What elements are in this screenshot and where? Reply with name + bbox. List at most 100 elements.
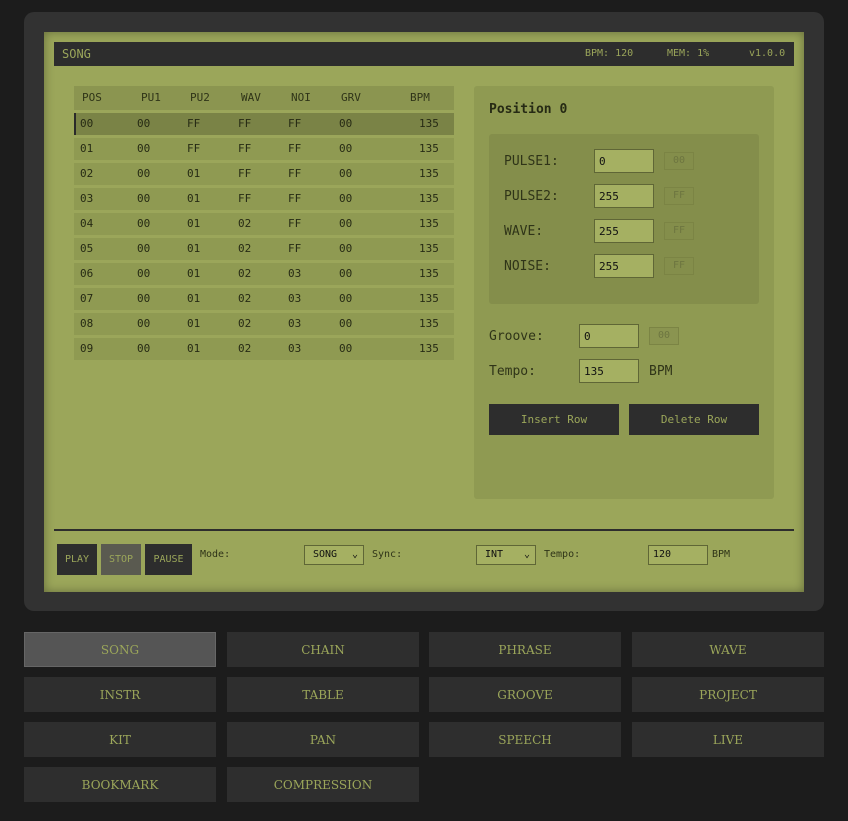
tempo-input[interactable] xyxy=(579,359,639,383)
column-header-grv: GRV xyxy=(341,91,361,104)
table-row[interactable]: 04 00 01 02 FF 00 135 xyxy=(74,213,454,235)
mode-select[interactable]: SONG ⌄ xyxy=(304,545,364,565)
column-header-noi: NOI xyxy=(291,91,311,104)
cell-pu1: 00 xyxy=(137,167,151,180)
transport-tempo-input[interactable]: 120 xyxy=(648,545,708,565)
play-button[interactable]: PLAY xyxy=(57,544,97,575)
groove-input[interactable] xyxy=(579,324,639,348)
table-row[interactable]: 02 00 01 FF FF 00 135 xyxy=(74,163,454,185)
cell-bpm: 135 xyxy=(419,167,439,180)
cell-wav: FF xyxy=(238,117,252,130)
table-header: POS PU1 PU2 WAV NOI GRV BPM xyxy=(74,86,454,110)
cell-noi: FF xyxy=(288,242,302,255)
transport-tempo-value: 120 xyxy=(653,549,672,560)
nav-button-chain[interactable]: CHAIN xyxy=(227,632,419,667)
column-header-pu1: PU1 xyxy=(141,91,161,104)
sync-select-value: INT xyxy=(485,549,504,560)
cell-pos: 01 xyxy=(80,142,94,155)
cell-bpm: 135 xyxy=(419,192,439,205)
tempo-unit: BPM xyxy=(649,364,673,379)
insert-row-button[interactable]: Insert Row xyxy=(489,404,619,435)
sync-select[interactable]: INT ⌄ xyxy=(476,545,536,565)
cell-bpm: 135 xyxy=(419,317,439,330)
screen-title: SONG xyxy=(62,47,91,61)
cell-pu2: 01 xyxy=(187,267,201,280)
cell-bpm: 135 xyxy=(419,242,439,255)
cell-noi: 03 xyxy=(288,342,302,355)
cell-noi: FF xyxy=(288,192,302,205)
table-row[interactable]: 05 00 01 02 FF 00 135 xyxy=(74,238,454,260)
cell-grv: 00 xyxy=(339,342,353,355)
table-row[interactable]: 03 00 01 FF FF 00 135 xyxy=(74,188,454,210)
cell-pu2: FF xyxy=(187,142,201,155)
nav-button-table[interactable]: TABLE xyxy=(227,677,419,712)
cell-pos: 04 xyxy=(80,217,94,230)
nav-button-wave[interactable]: WAVE xyxy=(632,632,824,667)
tempo-label: Tempo: xyxy=(489,364,536,379)
nav-button-pan[interactable]: PAN xyxy=(227,722,419,757)
chevron-down-icon: ⌄ xyxy=(351,549,358,560)
cell-grv: 00 xyxy=(339,317,353,330)
chevron-down-icon: ⌄ xyxy=(523,549,530,560)
nav-button-bookmark[interactable]: BOOKMARK xyxy=(24,767,216,802)
bpm-indicator: BPM: 120 xyxy=(585,48,634,59)
table-row[interactable]: 00 00 FF FF FF 00 135 xyxy=(74,113,454,135)
cell-bpm: 135 xyxy=(419,117,439,130)
table-row[interactable]: 06 00 01 02 03 00 135 xyxy=(74,263,454,285)
cell-pu1: 00 xyxy=(137,117,151,130)
delete-row-button[interactable]: Delete Row xyxy=(629,404,759,435)
cell-pos: 09 xyxy=(80,342,94,355)
wave-hex: FF xyxy=(664,222,694,240)
transport-tempo-unit: BPM xyxy=(712,549,731,560)
cell-wav: 02 xyxy=(238,342,252,355)
table-row[interactable]: 09 00 01 02 03 00 135 xyxy=(74,338,454,360)
nav-button-kit[interactable]: KIT xyxy=(24,722,216,757)
cell-pu2: 01 xyxy=(187,292,201,305)
version-label: v1.0.0 xyxy=(749,48,786,59)
pulse2-input[interactable] xyxy=(594,184,654,208)
cell-pu1: 00 xyxy=(137,267,151,280)
cell-noi: FF xyxy=(288,167,302,180)
cell-pu1: 00 xyxy=(137,142,151,155)
title-bar: SONG BPM: 120 MEM: 1% v1.0.0 xyxy=(54,42,794,66)
nav-button-compression[interactable]: COMPRESSION xyxy=(227,767,419,802)
cell-wav: FF xyxy=(238,142,252,155)
transport-divider xyxy=(54,529,794,531)
nav-button-speech[interactable]: SPEECH xyxy=(429,722,621,757)
stop-button[interactable]: STOP xyxy=(101,544,141,575)
pulse1-input[interactable] xyxy=(594,149,654,173)
table-row[interactable]: 08 00 01 02 03 00 135 xyxy=(74,313,454,335)
cell-pu2: 01 xyxy=(187,342,201,355)
nav-button-groove[interactable]: GROOVE xyxy=(429,677,621,712)
cell-bpm: 135 xyxy=(419,267,439,280)
mode-label: Mode: xyxy=(200,549,231,560)
cell-pu1: 00 xyxy=(137,242,151,255)
nav-button-live[interactable]: LIVE xyxy=(632,722,824,757)
pause-button[interactable]: PAUSE xyxy=(145,544,192,575)
nav-button-phrase[interactable]: PHRASE xyxy=(429,632,621,667)
cell-pu1: 00 xyxy=(137,292,151,305)
table-row[interactable]: 07 00 01 02 03 00 135 xyxy=(74,288,454,310)
cell-bpm: 135 xyxy=(419,292,439,305)
table-body: 00 00 FF FF FF 00 135 01 00 FF FF FF 00 135 02 00 01 FF FF… xyxy=(74,113,454,360)
position-panel: Position 0 PULSE1: 00 PULSE2: FF WAVE: F… xyxy=(474,86,774,499)
nav-button-song[interactable]: SONG xyxy=(24,632,216,667)
groove-label: Groove: xyxy=(489,329,544,344)
cell-grv: 00 xyxy=(339,192,353,205)
nav-button-project[interactable]: PROJECT xyxy=(632,677,824,712)
column-header-bpm: BPM xyxy=(410,91,430,104)
cell-noi: 03 xyxy=(288,317,302,330)
cell-pu2: 01 xyxy=(187,242,201,255)
groove-hex: 00 xyxy=(649,327,679,345)
cell-grv: 00 xyxy=(339,142,353,155)
table-row[interactable]: 01 00 FF FF FF 00 135 xyxy=(74,138,454,160)
column-header-pos: POS xyxy=(82,91,102,104)
channel-assignments: PULSE1: 00 PULSE2: FF WAVE: FF NOISE: FF xyxy=(489,134,759,304)
nav-button-instr[interactable]: INSTR xyxy=(24,677,216,712)
pulse2-hex: FF xyxy=(664,187,694,205)
device-frame: SONG BPM: 120 MEM: 1% v1.0.0 POS PU1 PU2… xyxy=(24,12,824,611)
mode-select-value: SONG xyxy=(313,549,338,560)
wave-input[interactable] xyxy=(594,219,654,243)
noise-input[interactable] xyxy=(594,254,654,278)
cell-pos: 07 xyxy=(80,292,94,305)
